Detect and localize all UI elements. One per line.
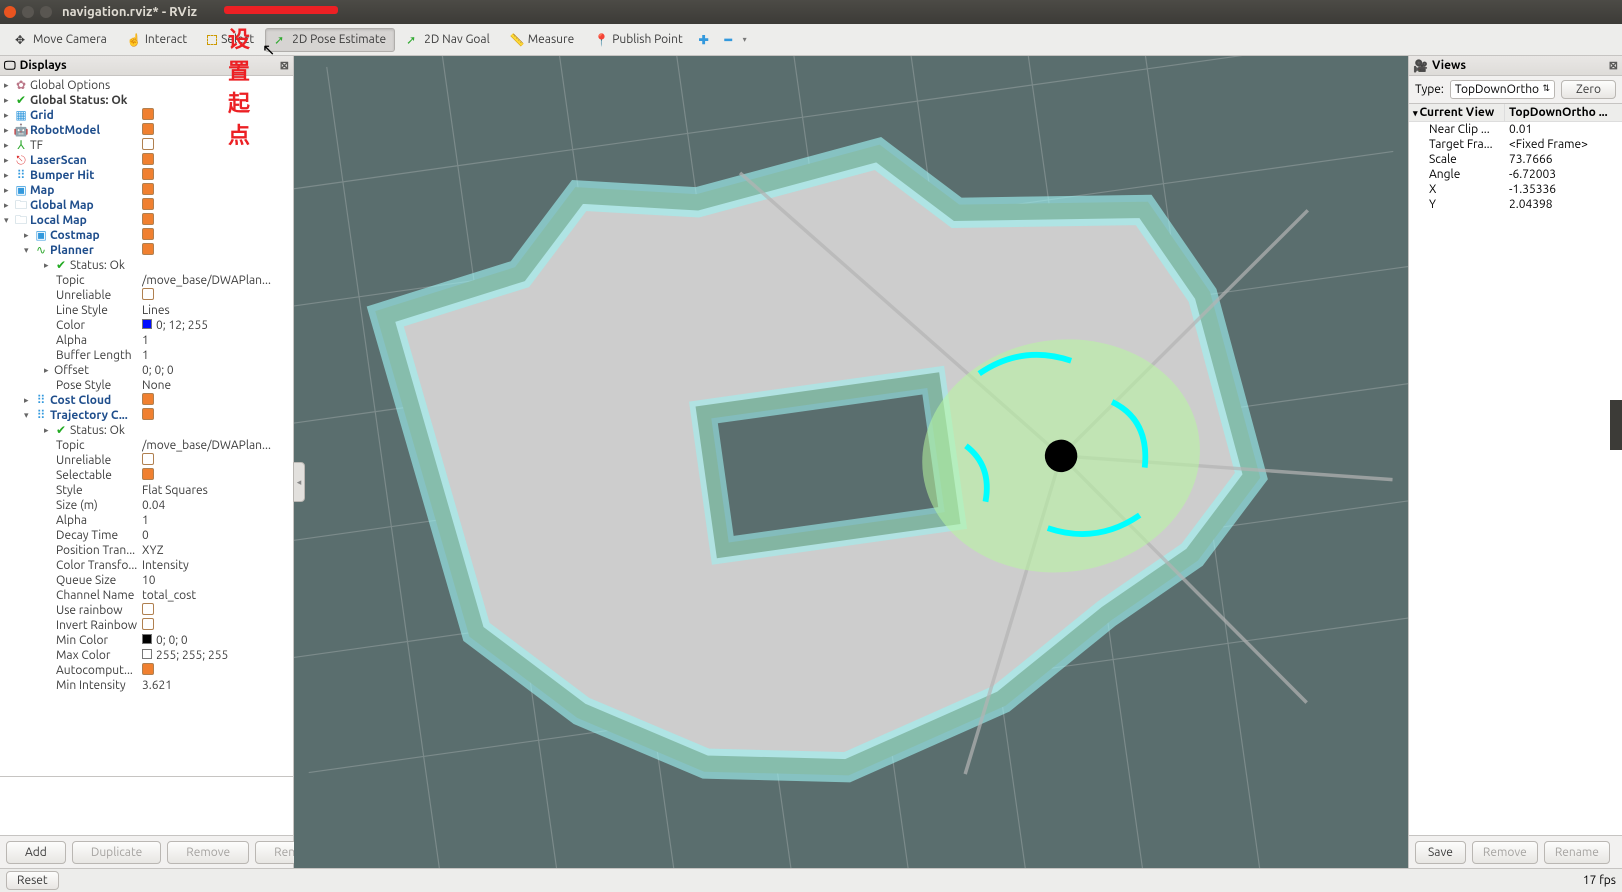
duplicate-button[interactable]: Duplicate xyxy=(72,841,161,864)
checkbox[interactable] xyxy=(142,453,154,465)
chevron-icon: ⇅ xyxy=(1542,83,1550,96)
laser-icon: ⎋ xyxy=(14,155,28,167)
select-icon xyxy=(207,35,217,45)
select-button[interactable]: Select xyxy=(198,28,263,51)
minus-icon: ━ xyxy=(725,33,739,47)
displays-panel: 🖵 Displays ⊠ ▸✿Global Options ▸✔Global S… xyxy=(0,56,294,868)
map-visualization xyxy=(294,56,1408,868)
folder-icon: 🗀 xyxy=(14,215,28,227)
views-panel-header[interactable]: 🎥 Views ⊠ xyxy=(1409,56,1622,76)
checkbox[interactable] xyxy=(142,138,154,150)
map-icon: ▣ xyxy=(14,185,28,197)
displays-panel-header[interactable]: 🖵 Displays ⊠ xyxy=(0,56,293,76)
checkbox[interactable] xyxy=(142,618,154,630)
checkbox[interactable] xyxy=(142,213,154,225)
check-icon: ✔ xyxy=(54,425,68,437)
panel-close-icon[interactable]: ⊠ xyxy=(1609,59,1618,72)
checkbox[interactable] xyxy=(142,108,154,120)
reset-button[interactable]: Reset xyxy=(6,871,59,890)
right-splitter-handle[interactable] xyxy=(1610,400,1622,450)
ruler-icon: 📏 xyxy=(510,33,524,47)
checkbox[interactable] xyxy=(142,228,154,240)
points-icon: ⠿ xyxy=(34,410,48,422)
add-button[interactable]: Add xyxy=(6,841,66,864)
points-icon: ⠿ xyxy=(14,170,28,182)
rename-view-button[interactable]: Rename xyxy=(1544,841,1610,864)
description-area xyxy=(0,776,293,836)
main-toolbar: ✥Move Camera ☝Interact Select ➚2D Pose E… xyxy=(0,24,1622,56)
checkbox[interactable] xyxy=(142,243,154,255)
pin-icon: 📍 xyxy=(594,33,608,47)
grid-icon: ▦ xyxy=(14,110,28,122)
save-view-button[interactable]: Save xyxy=(1415,841,1466,864)
color-swatch[interactable] xyxy=(142,634,152,644)
remove-view-button[interactable]: Remove xyxy=(1472,841,1538,864)
color-swatch[interactable] xyxy=(142,319,152,329)
window-title: navigation.rviz* - RViz xyxy=(62,5,197,19)
window-maximize-button[interactable] xyxy=(40,6,52,18)
checkbox[interactable] xyxy=(142,168,154,180)
3d-viewport[interactable] xyxy=(294,56,1408,868)
nav-goal-button[interactable]: ➚2D Nav Goal xyxy=(397,28,499,52)
window-titlebar: navigation.rviz* - RViz xyxy=(0,0,1622,24)
checkbox[interactable] xyxy=(142,393,154,405)
monitor-icon: 🖵 xyxy=(4,59,16,73)
type-label: Type: xyxy=(1415,83,1444,96)
checkbox[interactable] xyxy=(142,603,154,615)
zero-button[interactable]: Zero xyxy=(1561,80,1616,99)
displays-tree[interactable]: ▸✿Global Options ▸✔Global Status: Ok ▸▦G… xyxy=(0,76,293,776)
points-icon: ⠿ xyxy=(34,395,48,407)
checkbox[interactable] xyxy=(142,288,154,300)
view-type-select[interactable]: TopDownOrtho⇅ xyxy=(1450,80,1555,99)
folder-icon: 🗀 xyxy=(14,200,28,212)
check-icon: ✔ xyxy=(54,260,68,272)
views-tree[interactable]: ▾Current ViewTopDownOrtho ... Near Clip … xyxy=(1409,103,1622,836)
color-swatch[interactable] xyxy=(142,649,152,659)
views-panel: 🎥 Views ⊠ Type: TopDownOrtho⇅ Zero ▾Curr… xyxy=(1408,56,1622,868)
map-icon: ▣ xyxy=(34,230,48,242)
check-icon: ✔ xyxy=(14,95,28,107)
status-bar: Reset 17 fps xyxy=(0,868,1622,892)
add-tool-button[interactable]: ✚ xyxy=(694,28,718,52)
robot-icon: 🤖 xyxy=(14,125,28,137)
move-camera-button[interactable]: ✥Move Camera xyxy=(6,28,116,52)
camera-icon: 🎥 xyxy=(1413,59,1428,73)
gear-icon: ✿ xyxy=(14,80,28,92)
fps-counter: 17 fps xyxy=(1583,874,1616,887)
path-icon: ∿ xyxy=(34,245,48,257)
checkbox[interactable] xyxy=(142,468,154,480)
publish-point-button[interactable]: 📍Publish Point xyxy=(585,28,691,52)
measure-button[interactable]: 📏Measure xyxy=(501,28,583,52)
checkbox[interactable] xyxy=(142,153,154,165)
move-camera-icon: ✥ xyxy=(15,33,29,47)
pose-estimate-button[interactable]: ➚2D Pose Estimate xyxy=(265,28,395,52)
plus-icon: ✚ xyxy=(699,33,713,47)
panel-close-icon[interactable]: ⊠ xyxy=(280,59,289,72)
arrow-green-icon: ➚ xyxy=(406,33,420,47)
checkbox[interactable] xyxy=(142,408,154,420)
remove-tool-button[interactable]: ━▾ xyxy=(720,28,752,52)
remove-button[interactable]: Remove xyxy=(167,841,249,864)
arrow-green-icon: ➚ xyxy=(274,33,288,47)
checkbox[interactable] xyxy=(142,123,154,135)
interact-button[interactable]: ☝Interact xyxy=(118,28,196,52)
interact-icon: ☝ xyxy=(127,33,141,47)
window-minimize-button[interactable] xyxy=(22,6,34,18)
checkbox[interactable] xyxy=(142,198,154,210)
window-close-button[interactable] xyxy=(4,6,16,18)
checkbox[interactable] xyxy=(142,183,154,195)
checkbox[interactable] xyxy=(142,663,154,675)
tf-icon: ⅄ xyxy=(14,140,28,152)
left-splitter-handle[interactable]: ◂ xyxy=(293,462,305,502)
